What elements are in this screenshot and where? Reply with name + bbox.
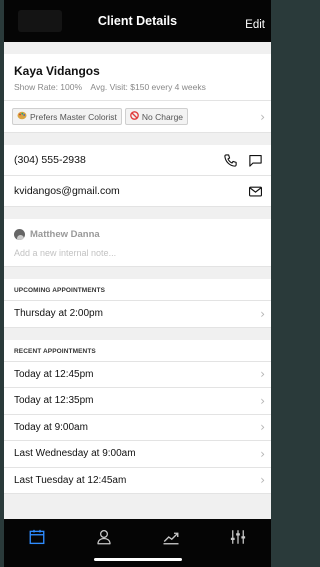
client-stats: Show Rate: 100% Avg. Visit: $150 every 4… — [14, 82, 261, 92]
person-icon — [95, 528, 113, 551]
recent-appointment-row[interactable]: Today at 9:00am › — [4, 414, 271, 441]
no-charge-icon — [130, 111, 139, 122]
appointment-time: Last Wednesday at 9:00am — [14, 448, 136, 460]
tag-label: Prefers Master Colorist — [30, 111, 117, 122]
tab-clients[interactable] — [87, 528, 121, 551]
chevron-right-icon: › — [260, 446, 265, 461]
upcoming-appointment-row[interactable]: Thursday at 2:00pm › — [4, 301, 271, 328]
email-row[interactable]: kvidangos@gmail.com — [4, 176, 271, 207]
home-indicator — [94, 558, 182, 561]
show-rate: Show Rate: 100% — [14, 82, 83, 92]
tag-prefers-master-colorist: Prefers Master Colorist — [12, 108, 122, 125]
tab-reports[interactable] — [154, 528, 188, 551]
tab-settings[interactable] — [221, 528, 255, 551]
edit-button[interactable]: Edit — [245, 19, 265, 31]
recent-appointment-row[interactable]: Today at 12:45pm › — [4, 361, 271, 388]
spacer — [4, 42, 271, 54]
internal-note-box[interactable]: Matthew Danna Add a new internal note... — [4, 219, 271, 267]
sliders-icon — [229, 528, 247, 551]
appointment-time: Last Tuesday at 12:45am — [14, 474, 127, 486]
chart-icon — [162, 528, 180, 551]
nav-bar: Client Details Edit — [4, 0, 271, 42]
tab-calendar[interactable] — [20, 528, 54, 551]
chevron-right-icon: › — [260, 420, 265, 435]
message-icon[interactable] — [248, 153, 263, 168]
spacer — [4, 207, 271, 219]
recent-header: RECENT APPOINTMENTS — [4, 339, 271, 362]
chevron-right-icon: › — [260, 306, 265, 321]
tag-label: No Charge — [141, 111, 184, 122]
chevron-right-icon: › — [260, 473, 265, 488]
phone-screen: Client Details Edit Kaya Vidangos Show R… — [4, 0, 271, 567]
client-name: Kaya Vidangos — [14, 64, 100, 78]
appointment-time: Thursday at 2:00pm — [14, 308, 103, 320]
mail-icon[interactable] — [248, 184, 263, 199]
call-icon[interactable] — [223, 153, 238, 168]
email-address: kvidangos@gmail.com — [14, 185, 120, 197]
tab-bar — [4, 519, 271, 567]
note-author-name: Matthew Danna — [30, 229, 100, 240]
chevron-right-icon: › — [260, 367, 265, 382]
recent-appointment-row[interactable]: Last Tuesday at 12:45am › — [4, 467, 271, 494]
email-actions — [248, 184, 263, 199]
appointment-time: Today at 12:35pm — [14, 395, 94, 407]
tag-no-charge: No Charge — [124, 108, 189, 125]
client-tags-row[interactable]: Prefers Master Colorist No Charge › — [4, 101, 271, 133]
palette-icon — [17, 111, 27, 122]
spacer — [4, 133, 271, 145]
appointment-time: Today at 9:00am — [14, 421, 88, 433]
appointment-time: Today at 12:45pm — [14, 368, 94, 380]
upcoming-header: UPCOMING APPOINTMENTS — [4, 279, 271, 301]
recent-appointment-row[interactable]: Last Wednesday at 9:00am › — [4, 441, 271, 468]
phone-actions — [223, 153, 263, 168]
phone-number: (304) 555-2938 — [14, 154, 86, 166]
client-summary: Kaya Vidangos Show Rate: 100% Avg. Visit… — [4, 54, 271, 133]
spacer — [4, 327, 271, 340]
note-input[interactable]: Add a new internal note... — [14, 248, 261, 258]
chevron-right-icon: › — [260, 393, 265, 408]
spacer — [4, 267, 271, 279]
avatar — [14, 229, 25, 240]
recent-appointment-row[interactable]: Today at 12:35pm › — [4, 388, 271, 415]
phone-row[interactable]: (304) 555-2938 — [4, 145, 271, 176]
page-title: Client Details — [97, 14, 178, 28]
client-header: Kaya Vidangos Show Rate: 100% Avg. Visit… — [4, 54, 271, 101]
contact-section: (304) 555-2938 kvidangos@gmail.com — [4, 145, 271, 207]
back-area[interactable] — [18, 10, 62, 32]
avg-visit: Avg. Visit: $150 every 4 weeks — [90, 82, 206, 92]
calendar-icon — [28, 528, 46, 551]
note-author: Matthew Danna — [14, 229, 261, 240]
chevron-right-icon: › — [260, 109, 265, 124]
